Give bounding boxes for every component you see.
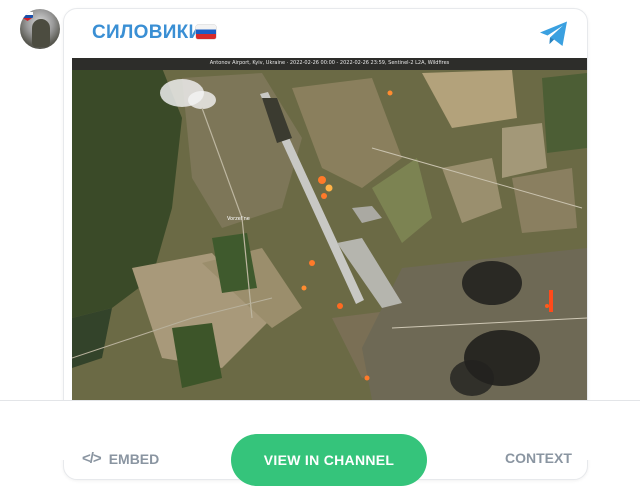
view-in-channel-button[interactable]: VIEW IN CHANNEL <box>231 434 427 486</box>
channel-avatar[interactable] <box>20 9 60 49</box>
satellite-image <box>72 58 587 400</box>
telegram-icon[interactable] <box>538 19 570 49</box>
channel-title[interactable]: СИЛОВИКИ <box>92 22 203 44</box>
russia-flag-icon <box>196 25 216 39</box>
code-icon: </> <box>82 450 102 467</box>
post-image-satellite[interactable]: Antonov Airport, Kyiv, Ukraine · 2022-02… <box>72 58 587 400</box>
embed-button[interactable]: </> EMBED <box>82 450 159 467</box>
embed-label: EMBED <box>108 450 160 467</box>
avatar-figure <box>32 19 50 47</box>
image-caption: Antonov Airport, Kyiv, Ukraine · 2022-02… <box>209 60 450 66</box>
avatar-emblem-icon <box>22 12 33 21</box>
map-place-label: Vorzel'ne <box>227 216 250 222</box>
context-button[interactable]: CONTEXT <box>505 450 572 466</box>
